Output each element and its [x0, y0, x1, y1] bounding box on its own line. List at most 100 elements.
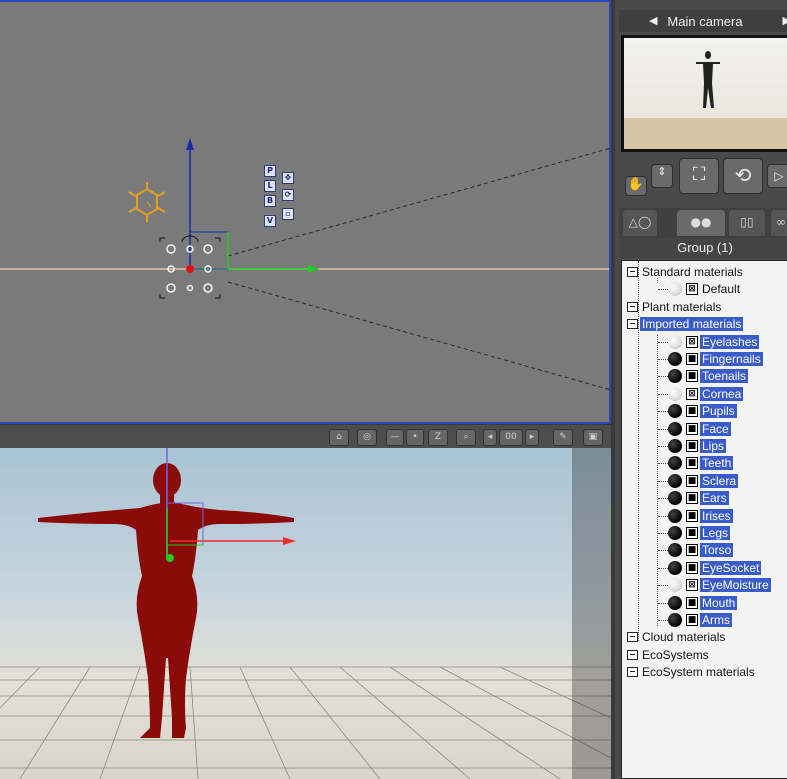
material-swatch-icon [668, 613, 682, 627]
collapse-icon[interactable] [627, 632, 638, 643]
tree-item[interactable]: ⊠ EyeMoisture [622, 577, 787, 594]
tree-item[interactable]: ⊠ Eyelashes [622, 334, 787, 351]
material-type-icon: ■ [686, 509, 698, 522]
material-type-icon: ■ [686, 440, 698, 452]
pan-hand-icon[interactable]: ✋ [625, 176, 647, 196]
pivot-point [186, 265, 194, 273]
zoom-icon[interactable]: ⌕ [456, 429, 476, 446]
material-swatch-icon [668, 282, 682, 297]
material-label: EyeMoisture [700, 578, 771, 593]
camera-frustum-lower [227, 281, 609, 390]
tree-item[interactable]: ■ Lips [622, 438, 787, 455]
tree-category[interactable]: Plant materials [622, 299, 787, 316]
tree-category-label: EcoSystems [642, 647, 709, 662]
tree-item[interactable]: ■ Arms [622, 612, 787, 629]
tree-item[interactable]: ■ Ears [622, 490, 787, 507]
figure-pivot [166, 554, 174, 562]
tree-item[interactable]: ■ Pupils [622, 403, 787, 420]
tree-item[interactable]: ■ Torso [622, 542, 787, 559]
tree-item[interactable]: ■ EyeSocket [622, 560, 787, 577]
material-label: Eyelashes [700, 334, 760, 349]
group-label: Group (1) [619, 238, 787, 258]
material-swatch-icon [668, 473, 682, 488]
tree-category[interactable]: Cloud materials [622, 629, 787, 646]
tab-objects-icon[interactable]: △◯ [623, 210, 657, 236]
material-type-icon: ■ [686, 474, 698, 487]
dolly-icon[interactable]: ⇕ [651, 164, 673, 188]
tree-category[interactable]: EcoSystems [622, 647, 787, 664]
move-gizmo-icon[interactable]: ✥ [282, 172, 294, 184]
material-tabs: △◯ ●● ▯▯ ∞ [619, 208, 787, 238]
material-label: Pupils [700, 404, 737, 419]
tree-category[interactable]: Standard materials [622, 264, 787, 281]
material-type-icon: ■ [686, 614, 698, 626]
gizmo-button-l[interactable]: L [264, 180, 276, 192]
collapse-icon[interactable] [627, 649, 638, 660]
minus-button[interactable]: — [386, 429, 404, 446]
scale-gizmo-icon[interactable]: ▫ [282, 208, 294, 220]
material-label: EyeSocket [700, 560, 762, 575]
material-type-icon: ■ [686, 544, 698, 557]
dot-button[interactable]: • [406, 429, 424, 446]
collapse-icon[interactable] [627, 319, 638, 330]
material-label: Mouth [700, 595, 738, 610]
camera-play-icon[interactable]: ▷ [767, 164, 787, 188]
material-label: Torso [700, 543, 734, 558]
tree-category-label: EcoSystem materials [642, 665, 755, 680]
material-swatch-icon [668, 543, 682, 558]
options-icon[interactable]: ▣ [583, 429, 603, 446]
tree-item[interactable]: ■ Mouth [622, 595, 787, 612]
material-type-icon: ⊠ [686, 283, 698, 296]
viewport-scene [0, 138, 609, 390]
material-type-icon: ■ [686, 527, 698, 539]
material-label: Ears [700, 491, 729, 506]
render-preview-icon[interactable]: ◎ [357, 429, 377, 446]
collapse-icon[interactable] [627, 267, 638, 277]
camera-view-icon[interactable]: ⌂ [329, 429, 349, 446]
z-axis-button[interactable]: Z [428, 429, 448, 446]
tree-category-label: Imported materials [640, 317, 744, 332]
top-viewport[interactable]: P L B V ✥ ⟳ ▫ [0, 0, 611, 424]
tree-item[interactable]: ⊠ Cornea [622, 386, 787, 403]
tree-item[interactable]: ■ Teeth [622, 455, 787, 472]
rotate-gizmo-icon[interactable]: ⟳ [282, 189, 294, 201]
tree-category[interactable]: EcoSystem materials [622, 664, 787, 681]
tab-materials-icon[interactable]: ●● [677, 210, 725, 236]
viewport-edge-shade [572, 448, 611, 779]
camera-navigation: ✋ ⇕ ⛶ ⟲ ▷ [619, 156, 787, 196]
camera-selector[interactable]: ◀ Main camera ▶ [619, 10, 787, 32]
material-type-icon: ■ [686, 405, 698, 418]
tree-category-label: Plant materials [642, 299, 722, 314]
material-swatch-icon [668, 334, 682, 349]
material-label: Sclera [700, 473, 739, 488]
tree-item[interactable]: ■ Legs [622, 525, 787, 542]
collapse-icon[interactable] [627, 301, 638, 312]
prev-frame-icon[interactable]: ◂ [483, 429, 497, 446]
tab-library-icon[interactable]: ▯▯ [729, 210, 765, 236]
light-icon [128, 182, 166, 222]
next-frame-icon[interactable]: ▸ [525, 429, 539, 446]
tree-item[interactable]: ■ Face [622, 421, 787, 438]
gizmo-button-b[interactable]: B [264, 195, 276, 207]
gizmo-button-v[interactable]: V [264, 215, 276, 227]
tab-links-icon[interactable]: ∞ [771, 210, 787, 236]
gizmo-button-p[interactable]: P [264, 165, 276, 177]
material-type-icon: ■ [686, 370, 698, 383]
material-label: Toenails [700, 369, 749, 384]
tree-item[interactable]: ■ Toenails [622, 368, 787, 385]
perspective-viewport[interactable] [0, 448, 611, 779]
move-camera-icon[interactable]: ⛶ [679, 158, 719, 194]
tree-item[interactable]: ⊠ Default [622, 281, 787, 298]
material-label: Fingernails [700, 352, 763, 366]
tree-item[interactable]: ■ Fingernails [622, 351, 787, 368]
collapse-icon[interactable] [627, 667, 638, 678]
viewport-toolbar: ⌂ ◎ — • Z ⌕ ◂ 00 ▸ ✎ ▣ [0, 424, 611, 448]
next-camera-icon[interactable]: ▶ [783, 14, 787, 27]
tree-item[interactable]: ■ Sclera [622, 473, 787, 490]
tree-category[interactable]: Imported materials [622, 316, 787, 333]
tree-item[interactable]: ■ Irises [622, 508, 787, 525]
frame-counter[interactable]: 00 [499, 429, 523, 446]
brush-icon[interactable]: ✎ [553, 429, 573, 446]
rotate-camera-icon[interactable]: ⟲ [723, 158, 763, 194]
material-swatch-icon [668, 491, 682, 506]
